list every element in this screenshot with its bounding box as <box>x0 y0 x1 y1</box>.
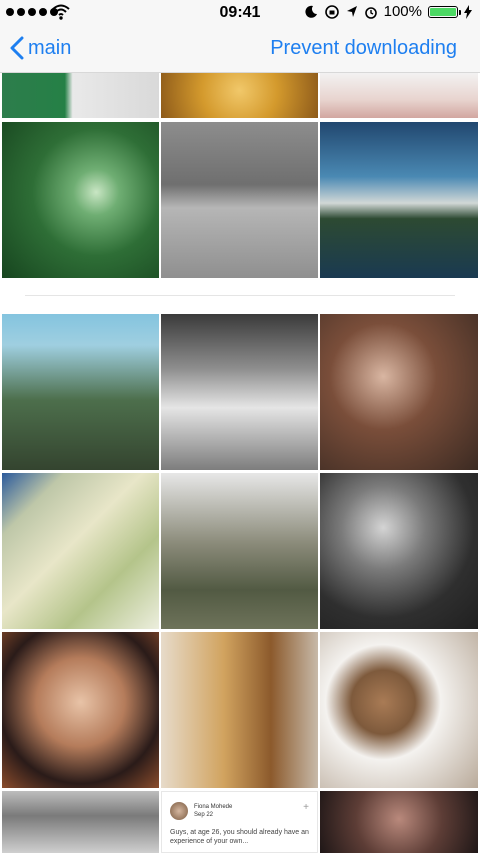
photo-tile[interactable] <box>320 791 478 853</box>
avatar <box>170 802 188 820</box>
plus-icon: + <box>303 802 309 813</box>
tweet-author: Fiona Mohede <box>194 804 233 810</box>
photo-tile[interactable] <box>161 72 318 118</box>
orientation-lock-icon <box>324 4 339 19</box>
moon-icon <box>305 5 317 18</box>
battery-icon <box>428 5 461 18</box>
photo-tile[interactable] <box>161 632 318 788</box>
location-arrow-icon <box>346 5 357 17</box>
tweet-handle: Sep 22 <box>194 812 214 818</box>
photo-tile[interactable] <box>2 473 159 629</box>
status-right: 100% <box>304 3 472 20</box>
battery-percent: 100% <box>383 3 422 20</box>
status-bar: 09:41 100% <box>0 0 480 26</box>
photo-tile[interactable] <box>2 122 159 278</box>
photo-tile[interactable] <box>320 122 478 278</box>
photo-tile[interactable] <box>161 473 318 629</box>
navigation-bar: main Prevent downloading <box>0 26 480 73</box>
photo-tile[interactable] <box>320 314 478 470</box>
charging-bolt-icon <box>464 4 472 19</box>
photo-tile[interactable] <box>2 314 159 470</box>
photo-tile[interactable] <box>2 72 159 118</box>
photo-grid: Fiona Mohede Sep 22 + Guys, at age 26, y… <box>0 0 480 853</box>
photo-tile[interactable] <box>161 122 318 278</box>
back-label: main <box>28 36 72 59</box>
photo-tile[interactable] <box>320 632 478 788</box>
photo-tile[interactable] <box>2 632 159 788</box>
battery-fill <box>430 7 456 16</box>
photo-tile[interactable] <box>161 314 318 470</box>
photo-tile[interactable] <box>320 473 478 629</box>
tweet-card-header: Fiona Mohede Sep 22 <box>170 802 232 820</box>
chevron-left-icon <box>10 36 24 60</box>
section-divider <box>25 295 455 296</box>
back-button[interactable]: main <box>10 36 71 60</box>
tweet-text: Guys, at age 26, you should already have… <box>170 829 309 845</box>
alarm-icon <box>364 6 377 19</box>
tweet-card-tile[interactable]: Fiona Mohede Sep 22 + Guys, at age 26, y… <box>161 791 318 853</box>
photo-tile[interactable] <box>2 791 159 853</box>
photo-tile[interactable] <box>320 72 478 118</box>
prevent-downloading-button[interactable]: Prevent downloading <box>270 37 457 60</box>
